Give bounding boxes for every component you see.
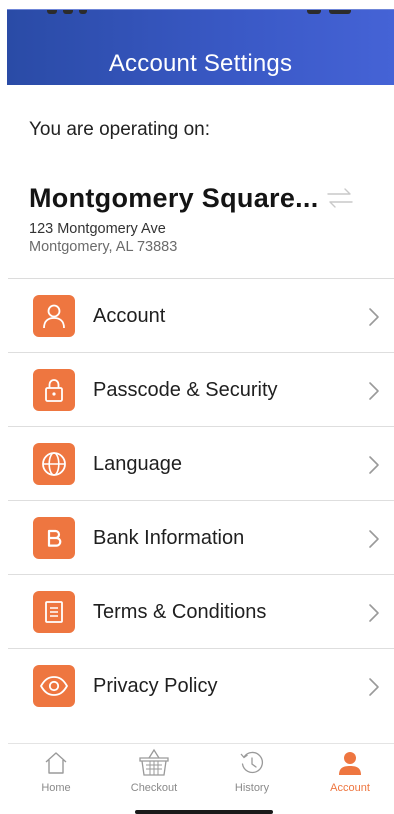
tab-checkout[interactable]: Checkout — [114, 744, 194, 802]
person-icon — [339, 752, 361, 775]
bank-b-icon — [33, 517, 75, 559]
menu-item-label: Bank Information — [93, 527, 245, 549]
tab-label: Home — [41, 782, 71, 794]
store-address-line1: 123 Montgomery Ave — [29, 221, 166, 237]
tab-label: Checkout — [130, 782, 178, 794]
bottom-tab-bar: Home Checkout History Account — [8, 743, 394, 801]
eye-icon — [33, 665, 75, 707]
menu-item-label: Passcode & Security — [93, 379, 278, 401]
lock-icon — [33, 369, 75, 411]
settings-menu: Account Passcode & Security Language Ban… — [8, 279, 394, 723]
menu-item-label: Terms & Conditions — [93, 601, 267, 623]
menu-item-bank-information[interactable]: Bank Information — [8, 501, 394, 575]
basket-icon — [139, 748, 169, 776]
page-title: Account Settings — [108, 50, 293, 77]
menu-item-terms-conditions[interactable]: Terms & Conditions — [8, 575, 394, 649]
tab-label: History — [234, 782, 270, 794]
menu-item-label: Privacy Policy — [93, 675, 218, 697]
chevron-right-icon — [369, 604, 379, 622]
menu-item-passcode-security[interactable]: Passcode & Security — [8, 353, 394, 427]
menu-item-label: Account — [93, 305, 166, 327]
chevron-right-icon — [369, 456, 379, 474]
menu-item-privacy-policy[interactable]: Privacy Policy — [8, 649, 394, 723]
globe-icon — [33, 443, 75, 485]
header-bar: Account Settings — [7, 9, 394, 85]
tab-history[interactable]: History — [212, 744, 292, 802]
tab-label: Account — [330, 782, 370, 794]
tab-home[interactable]: Home — [16, 744, 96, 802]
home-icon — [45, 752, 67, 774]
store-address-line2: Montgomery, AL 73883 — [29, 239, 178, 255]
status-bar — [7, 10, 394, 20]
menu-item-account[interactable]: Account — [8, 279, 394, 353]
operating-label: You are operating on: — [29, 119, 211, 140]
tab-account[interactable]: Account — [310, 744, 390, 802]
swap-store-icon[interactable] — [326, 188, 354, 208]
chevron-right-icon — [369, 382, 379, 400]
document-icon — [33, 591, 75, 633]
history-icon — [240, 751, 264, 774]
menu-item-label: Language — [93, 453, 182, 475]
chevron-right-icon — [369, 678, 379, 696]
user-icon — [33, 295, 75, 337]
chevron-right-icon — [369, 308, 379, 326]
menu-item-language[interactable]: Language — [8, 427, 394, 501]
store-name: Montgomery Square... — [29, 183, 319, 213]
home-indicator — [135, 810, 273, 814]
chevron-right-icon — [369, 530, 379, 548]
